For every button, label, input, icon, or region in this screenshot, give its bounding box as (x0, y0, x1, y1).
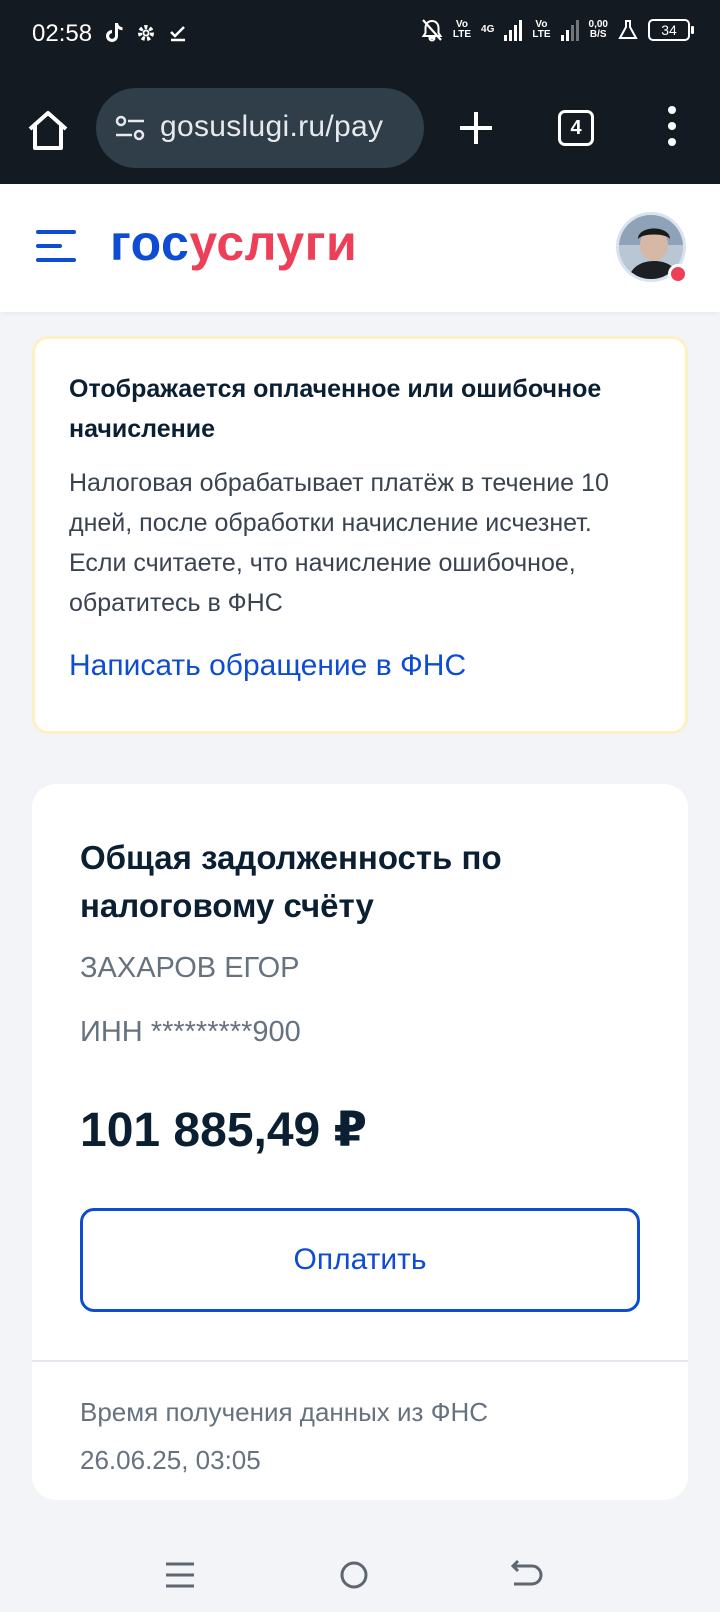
write-to-fns-link[interactable]: Написать обращение в ФНС (69, 649, 651, 683)
logo-part-uslugi: услуги (189, 215, 358, 271)
debt-card: Общая задолженность по налоговому счёту … (32, 784, 688, 1500)
debt-card-title: Общая задолженность по налоговому счёту (80, 839, 502, 924)
signal-sim2-icon (560, 19, 579, 41)
site-settings-icon[interactable] (114, 114, 146, 142)
pay-button[interactable]: Оплатить (80, 1208, 640, 1312)
status-bar: 02:58 Vo LTE 4G Vo LTE 0,00 B/S 34 (0, 0, 720, 72)
alert-text: Налоговая обрабатывает платёж в течение … (69, 469, 609, 617)
data-received-info: Время получения данных из ФНС 26.06.25, … (80, 1388, 488, 1484)
network-4g-label: 4G (481, 24, 495, 35)
data-received-label: Время получения данных из ФНС (80, 1397, 489, 1427)
volte-sim2-label: Vo LTE (532, 19, 551, 40)
site-header: госуслуги (0, 184, 720, 312)
logo-part-gos: гос (110, 215, 190, 271)
check-icon (170, 26, 185, 42)
network-speed-label: 0,00 B/S (588, 19, 608, 40)
notification-badge (668, 264, 688, 284)
status-notification-icons (104, 22, 188, 44)
back-icon[interactable] (506, 1558, 546, 1592)
gosuslugi-logo[interactable]: госуслуги (110, 214, 357, 272)
browser-toolbar: gosuslugi.ru/pay 4 (0, 72, 720, 184)
debt-amount: 101 885,49 ₽ (80, 1104, 367, 1157)
card-divider (32, 1360, 688, 1362)
data-received-time: 26.06.25, 03:05 (80, 1445, 261, 1475)
info-alert: Отображается оплаченное или ошибочное на… (32, 336, 688, 734)
system-navigation-bar (0, 1532, 720, 1612)
alert-title: Отображается оплаченное или ошибочное на… (69, 375, 602, 443)
url-text: gosuslugi.ru/pay (160, 110, 384, 143)
status-system-icons: Vo LTE 4G Vo LTE 0,00 B/S 34 (421, 18, 694, 42)
taxpayer-name: ЗАХАРОВ ЕГОР (80, 952, 300, 984)
address-bar[interactable]: gosuslugi.ru/pay (96, 88, 424, 168)
gear-icon (138, 25, 154, 41)
menu-icon[interactable] (36, 230, 76, 264)
home-nav-icon[interactable] (334, 1558, 374, 1592)
signal-sim1-icon (504, 19, 523, 41)
battery-icon: 34 (648, 19, 694, 41)
taxpayer-inn: ИНН *********900 (80, 1016, 301, 1048)
status-time: 02:58 (32, 20, 93, 47)
tab-switcher-button[interactable]: 4 (558, 110, 594, 146)
new-tab-icon[interactable] (456, 108, 496, 148)
alarm-off-icon (421, 19, 443, 42)
flask-icon (618, 20, 638, 39)
volte-sim1-label: Vo LTE (452, 19, 472, 40)
tiktok-icon (106, 23, 123, 42)
home-icon[interactable] (26, 108, 70, 152)
more-menu-icon[interactable] (662, 106, 682, 150)
recent-apps-icon[interactable] (160, 1558, 200, 1592)
